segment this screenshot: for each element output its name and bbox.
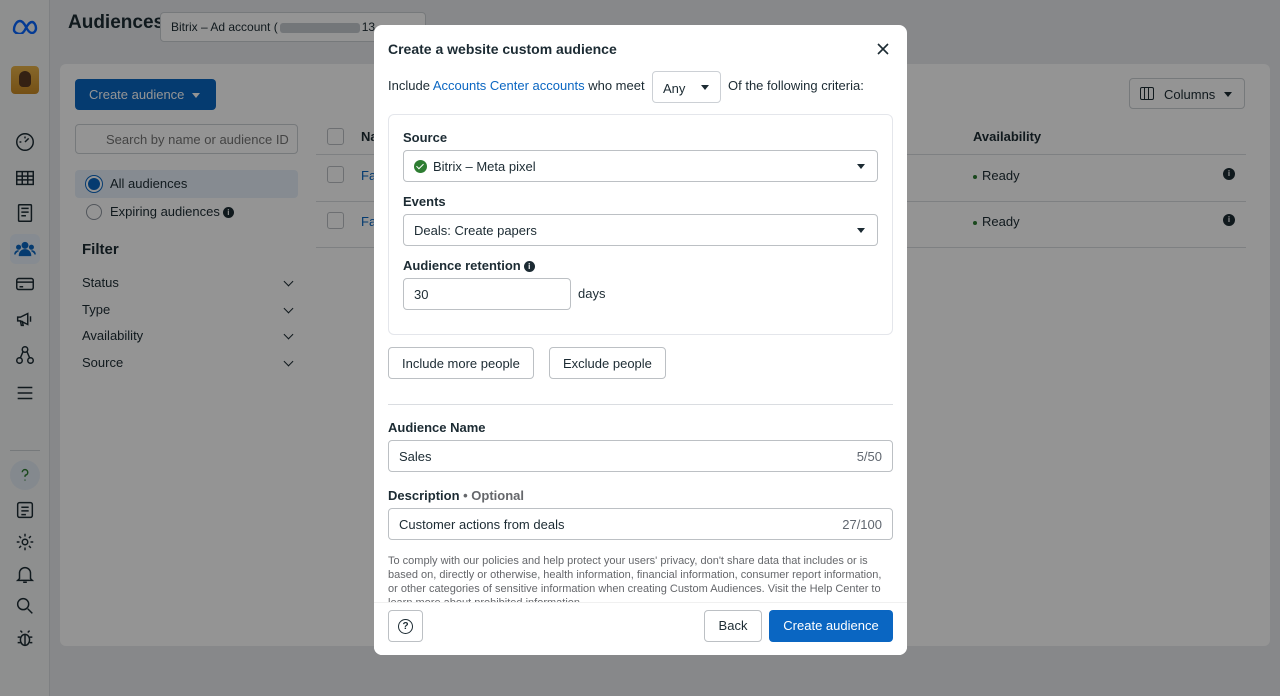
retention-label: Audience retention i — [403, 258, 535, 273]
char-count: 5/50 — [856, 449, 882, 464]
back-button[interactable]: Back — [704, 610, 762, 642]
events-select[interactable]: Deals: Create papers — [403, 214, 878, 246]
caret-down-icon — [857, 228, 865, 233]
description-field[interactable]: Customer actions from deals 27/100 — [388, 508, 893, 540]
match-any-dropdown[interactable]: Any — [652, 71, 721, 103]
create-audience-button[interactable]: Create audience — [769, 610, 893, 642]
close-icon[interactable] — [874, 40, 892, 58]
create-custom-audience-dialog: Create a website custom audience Include… — [374, 25, 907, 655]
caret-down-icon — [857, 164, 865, 169]
section-divider — [388, 404, 893, 405]
rule-section: Source Bitrix – Meta pixel Events Deals:… — [388, 114, 893, 335]
criteria-suffix-text: Of the following criteria: — [728, 78, 864, 93]
help-button[interactable]: ? — [388, 610, 423, 642]
question-circle-icon: ? — [398, 619, 413, 634]
exclude-people-button[interactable]: Exclude people — [549, 347, 666, 379]
info-icon[interactable]: i — [523, 261, 535, 273]
include-more-people-button[interactable]: Include more people — [388, 347, 534, 379]
events-label: Events — [403, 194, 446, 209]
description-label: Description • Optional — [388, 488, 525, 503]
include-criteria-text: Include Accounts Center accounts who mee… — [388, 78, 645, 93]
retention-unit: days — [578, 286, 606, 301]
char-count: 27/100 — [842, 517, 882, 532]
audience-name-field[interactable]: Sales 5/50 — [388, 440, 893, 472]
policy-notice: To comply with our policies and help pro… — [388, 555, 882, 602]
caret-down-icon — [701, 85, 709, 90]
accounts-center-link[interactable]: Accounts Center accounts — [433, 78, 585, 93]
source-select[interactable]: Bitrix – Meta pixel — [403, 150, 878, 182]
audience-name-label: Audience Name — [388, 420, 486, 435]
retention-days-input[interactable] — [403, 278, 571, 310]
dialog-title: Create a website custom audience — [388, 41, 617, 57]
source-label: Source — [403, 130, 448, 145]
check-circle-icon — [414, 160, 427, 174]
dialog-footer: ? Back Create audience — [374, 602, 907, 655]
